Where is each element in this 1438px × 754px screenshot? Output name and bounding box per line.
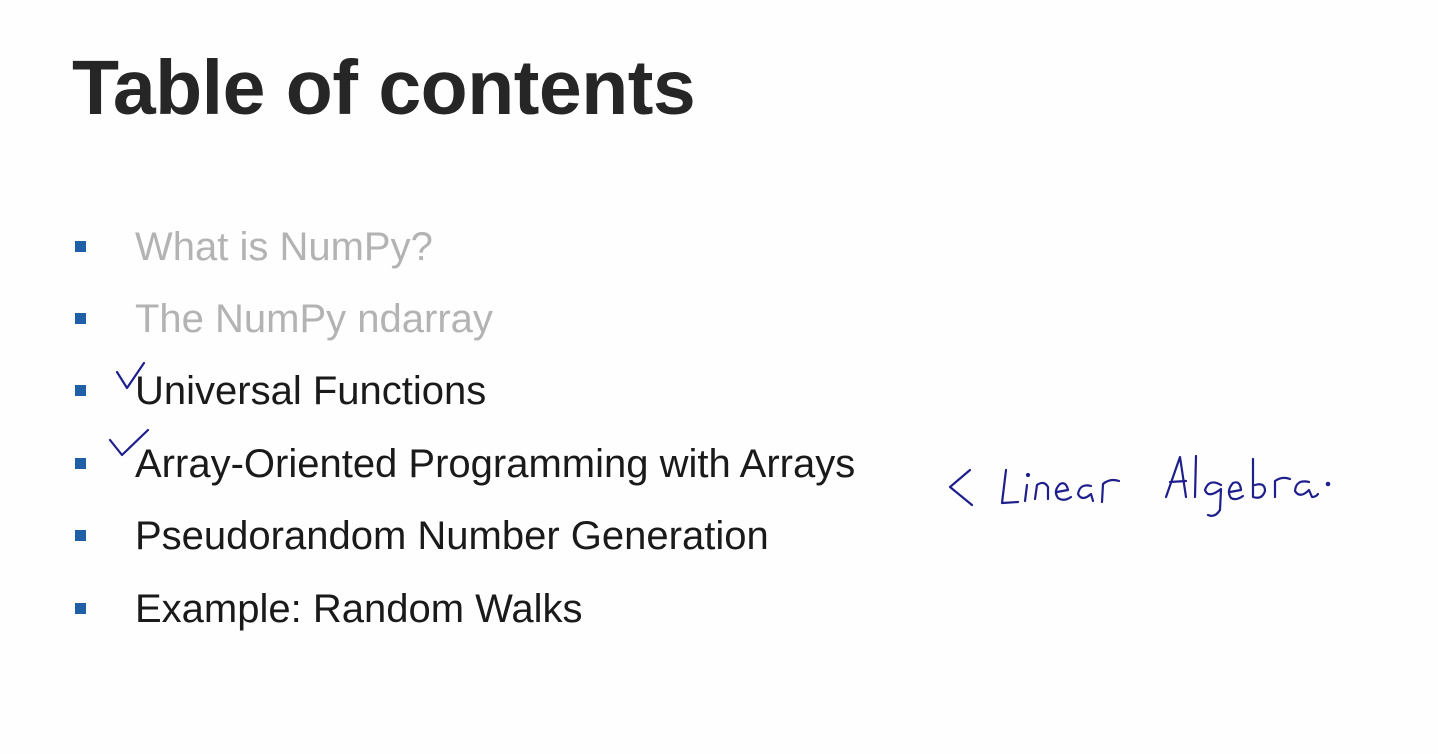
slide-title: Table of contents [72,45,696,131]
bullet-square-icon [75,313,86,324]
toc-item: Example: Random Walks [0,584,1000,634]
handwritten-note-linear-algebra [948,454,1331,517]
toc-item: What is NumPy? [0,222,1000,272]
toc-item-label: Universal Functions [135,369,487,413]
toc-item: Universal Functions [0,366,1000,416]
bullet-square-icon [75,603,86,614]
toc-item-label: Pseudorandom Number Generation [135,514,769,558]
toc-item-label: Example: Random Walks [135,587,583,631]
toc-item-label: The NumPy ndarray [135,297,493,341]
slide: Table of contents What is NumPy? The Num… [0,0,1438,754]
bullet-square-icon [75,458,86,469]
toc-item: The NumPy ndarray [0,294,1000,344]
toc-item-label: Array-Oriented Programming with Arrays [135,442,856,486]
toc-item-label: What is NumPy? [135,225,433,269]
toc-item: Pseudorandom Number Generation [0,511,1000,561]
bullet-square-icon [75,385,86,396]
toc-item: Array-Oriented Programming with Arrays [0,439,1000,489]
bullet-square-icon [75,241,86,252]
bullet-square-icon [75,530,86,541]
